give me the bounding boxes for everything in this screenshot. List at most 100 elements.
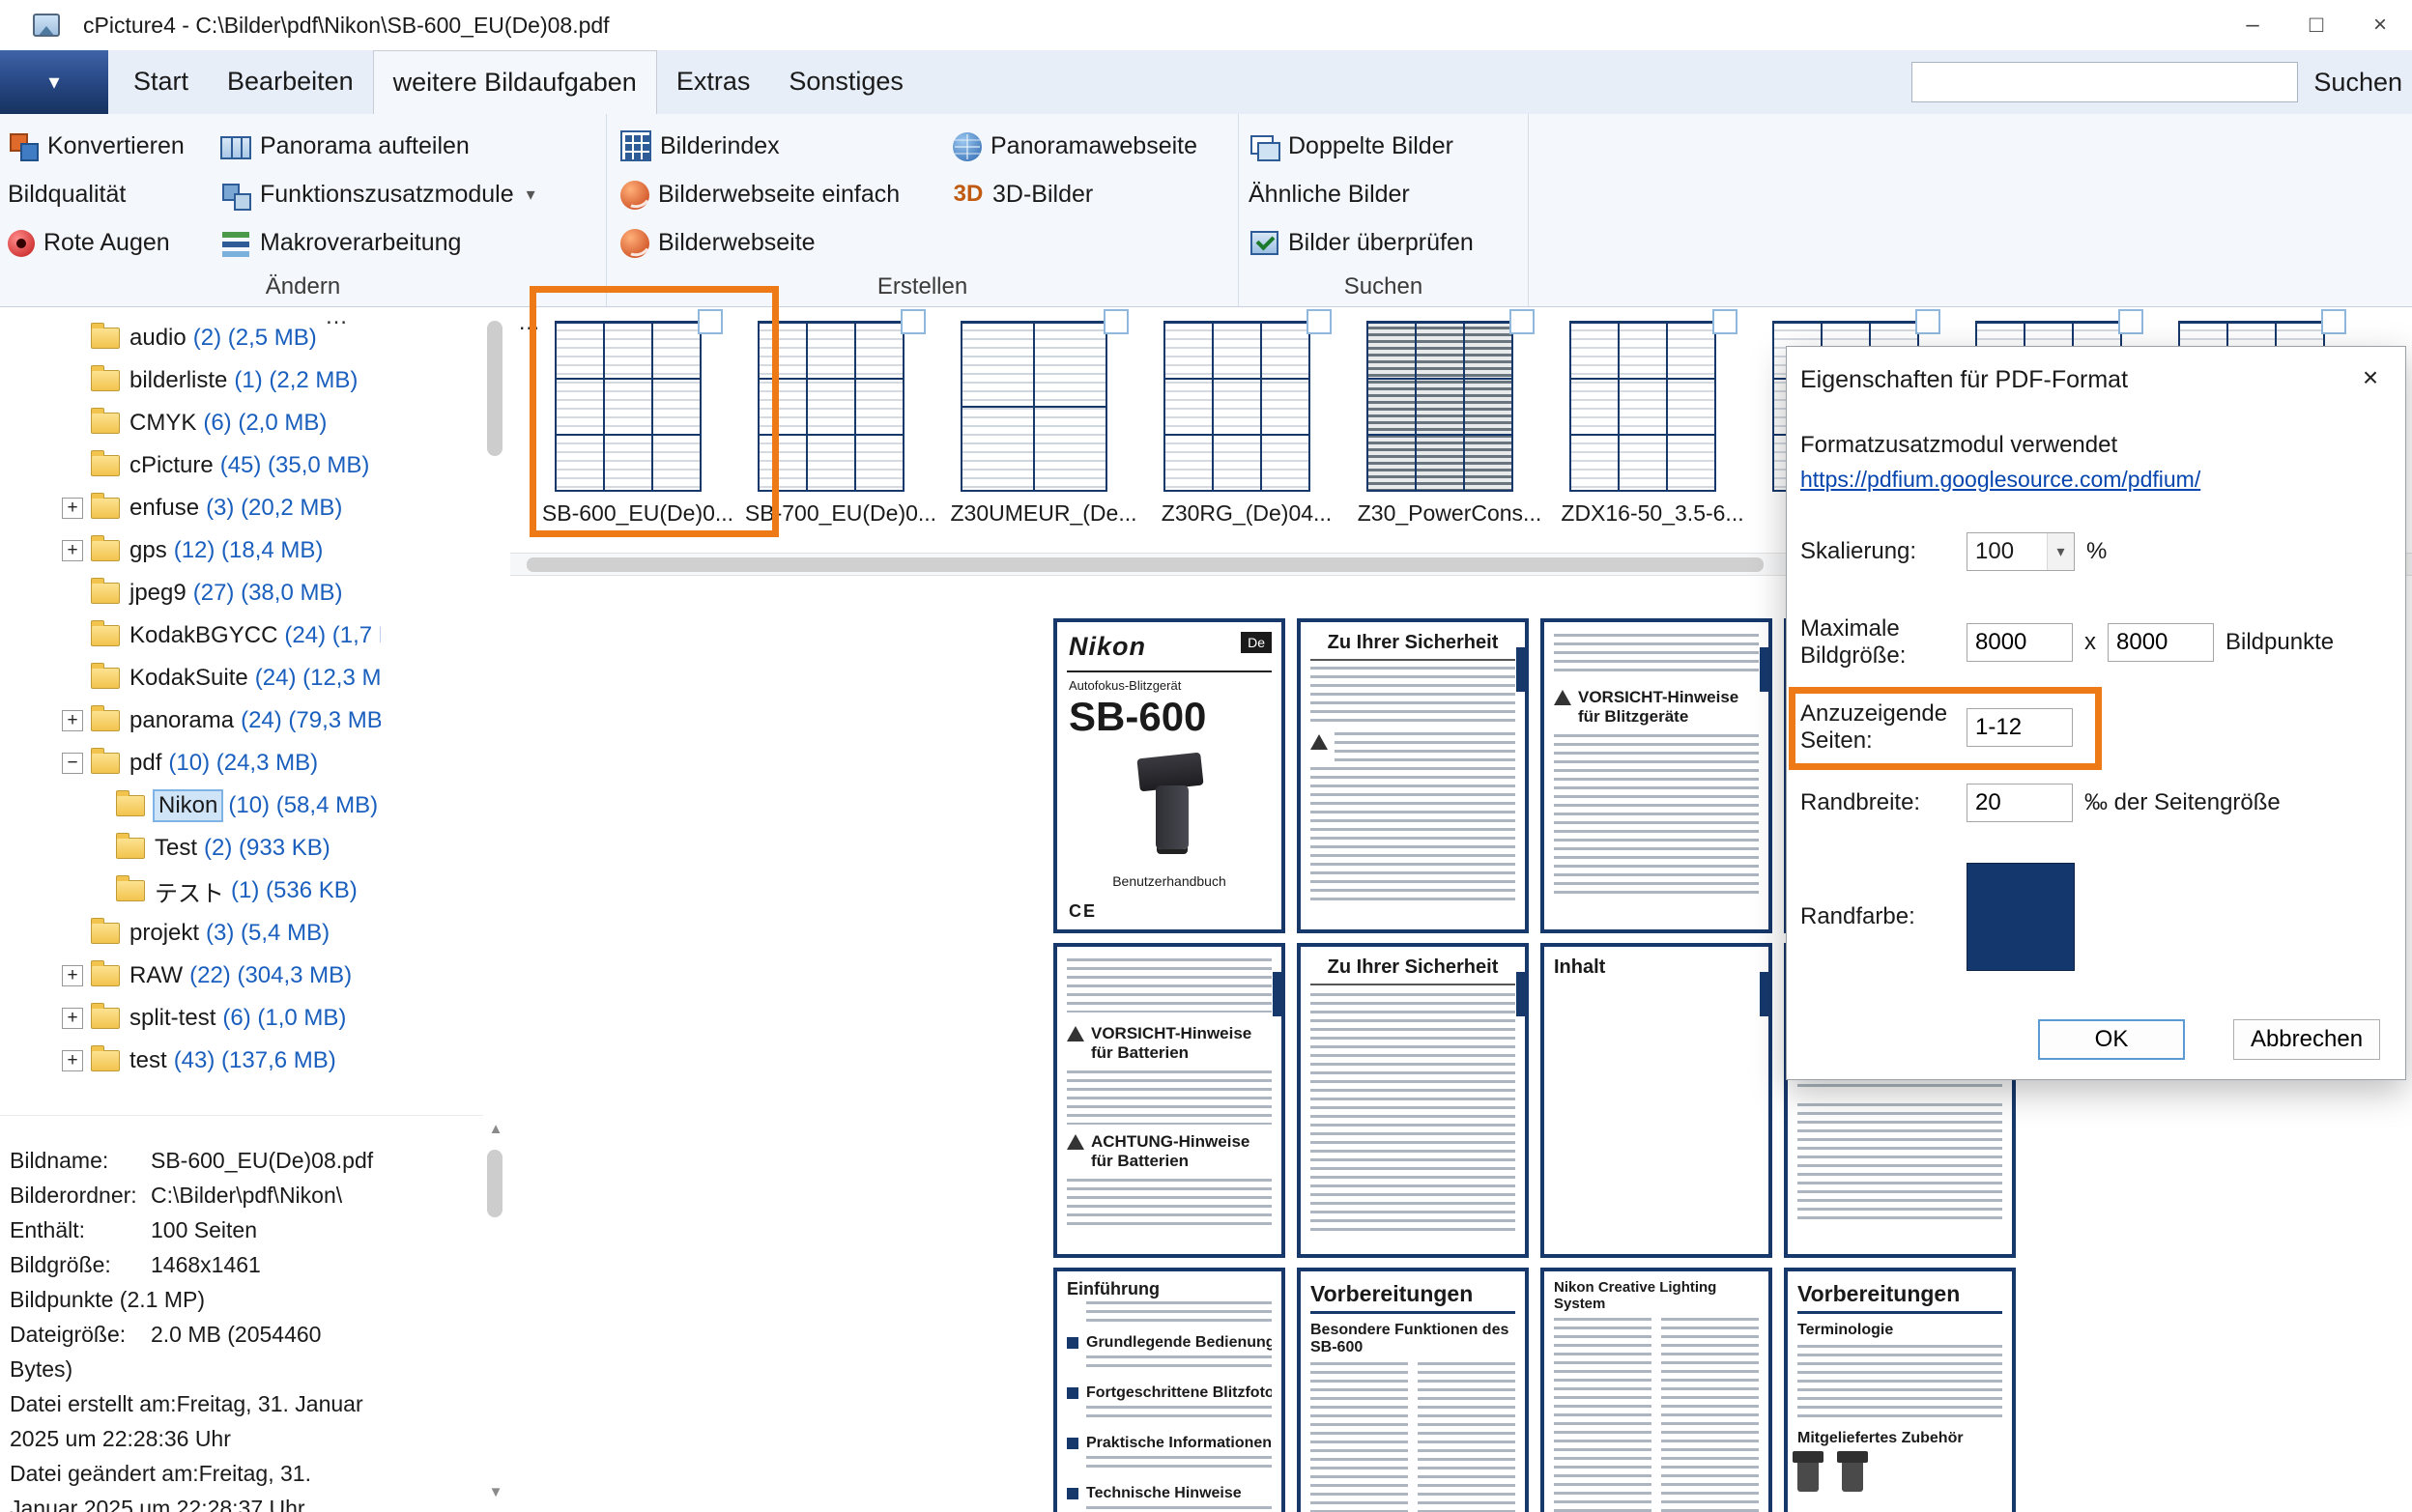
tree-item-bilderliste[interactable]: bilderliste(1) (2,2 MB) <box>0 359 381 402</box>
tree-scrollbar-thumb[interactable] <box>487 321 502 456</box>
scroll-up-icon[interactable]: ▲ <box>487 1121 504 1137</box>
tree-item-panorama[interactable]: +panorama(24) (79,3 MB) <box>0 699 381 742</box>
minimize-button[interactable]: – <box>2221 0 2284 50</box>
bilderwebseite-button[interactable]: Bilderwebseite <box>620 220 816 265</box>
tab-bearbeiten[interactable]: Bearbeiten <box>208 50 373 114</box>
tree-item-tesuto[interactable]: テスト(1) (536 KB) <box>0 870 381 912</box>
app-menu-button[interactable]: ▾ <box>0 50 108 114</box>
makroverarbeitung-button[interactable]: Makroverarbeitung <box>220 220 461 265</box>
expander-plus-icon[interactable]: + <box>62 1050 83 1071</box>
expander-icon[interactable] <box>62 370 83 391</box>
pdf-page-preview-1[interactable]: Nikon De Autofokus-Blitzgerät SB-600 Ben… <box>1053 618 1285 933</box>
panorama-aufteilen-button[interactable]: Panorama aufteilen <box>220 124 470 168</box>
bilder-ueberpruefen-button[interactable]: Bilder überprüfen <box>1249 220 1474 265</box>
tree-item-kodaksuite[interactable]: KodakSuite(24) (12,3 MB) <box>0 657 381 699</box>
pdf-page-preview-12[interactable]: Vorbereitungen Terminologie Mitgeliefert… <box>1784 1268 2016 1512</box>
tree-item-cmyk[interactable]: CMYK(6) (2,0 MB) <box>0 402 381 444</box>
pdf-page-preview-3[interactable]: VORSICHT-Hinweise für Blitzgeräte <box>1540 618 1772 933</box>
pdf-page-preview-5[interactable]: VORSICHT-Hinweise für Batterien ACHTUNG-… <box>1053 943 1285 1258</box>
expander-plus-icon[interactable]: + <box>62 965 83 986</box>
scaling-select[interactable]: 100 ▾ <box>1967 532 2075 571</box>
thumbnail-checkbox[interactable] <box>1509 309 1535 334</box>
panoramawebseite-button[interactable]: Panoramawebseite <box>953 124 1197 168</box>
tree-item-test-pdf[interactable]: Test(2) (933 KB) <box>0 827 381 870</box>
border-color-swatch[interactable] <box>1967 863 2075 971</box>
tree-item-raw[interactable]: +RAW(22) (304,3 MB) <box>0 955 381 997</box>
tab-start[interactable]: Start <box>114 50 208 114</box>
aehnliche-bilder-button[interactable]: Ähnliche Bilder <box>1249 172 1410 216</box>
thumbnail-checkbox[interactable] <box>1306 309 1332 334</box>
search-input[interactable] <box>1911 62 2298 102</box>
tree-item-jpeg9[interactable]: jpeg9(27) (38,0 MB) <box>0 572 381 614</box>
close-button[interactable]: × <box>2348 0 2412 50</box>
3d-bilder-button[interactable]: 3D 3D-Bilder <box>953 172 1093 216</box>
thumbnail-sb600[interactable]: SB-600_EU(De)0... <box>541 307 734 545</box>
pdf-page-preview-11[interactable]: Nikon Creative Lighting System <box>1540 1268 1772 1512</box>
doppelte-bilder-button[interactable]: Doppelte Bilder <box>1249 124 1453 168</box>
scrollbar-thumb[interactable] <box>527 557 1764 572</box>
expander-plus-icon[interactable]: + <box>62 498 83 519</box>
tree-item-kodakbgycc[interactable]: KodakBGYCC(24) (1,7 MB) <box>0 614 381 657</box>
tree-item-nikon[interactable]: Nikon(10) (58,4 MB) <box>0 785 381 827</box>
thumbnail-checkbox[interactable] <box>1712 309 1737 334</box>
thumbnail-z30powercons[interactable]: Z30_PowerCons... <box>1353 307 1546 545</box>
expander-icon[interactable] <box>87 795 108 816</box>
expander-icon[interactable] <box>62 328 83 349</box>
expander-plus-icon[interactable]: + <box>62 540 83 561</box>
expander-icon[interactable] <box>62 455 83 476</box>
thumbnail-sb700[interactable]: SB-700_EU(De)0... <box>744 307 937 545</box>
thumbnail-checkbox[interactable] <box>2321 309 2346 334</box>
thumbnail-z30rg[interactable]: Z30RG_(De)04... <box>1150 307 1343 545</box>
thumbnail-z30umeur[interactable]: Z30UMEUR_(De... <box>947 307 1140 545</box>
tree-item-cpicture[interactable]: cPicture(45) (35,0 MB) <box>0 444 381 487</box>
pdf-page-preview-2[interactable]: Zu Ihrer Sicherheit <box>1297 618 1529 933</box>
pdf-page-preview-10[interactable]: Vorbereitungen Besondere Funktionen des … <box>1297 1268 1529 1512</box>
pdfium-link[interactable]: https://pdfium.googlesource.com/pdfium/ <box>1800 467 2200 493</box>
tree-item-split-test[interactable]: +split-test(6) (1,0 MB) <box>0 997 381 1040</box>
pdf-page-preview-9[interactable]: Einführung Grundlegende Bedienung Fortge… <box>1053 1268 1285 1512</box>
expander-plus-icon[interactable]: + <box>62 710 83 731</box>
expander-plus-icon[interactable]: + <box>62 1008 83 1029</box>
dialog-close-button[interactable]: × <box>2351 358 2390 397</box>
expander-icon[interactable] <box>87 880 108 901</box>
thumbnail-checkbox[interactable] <box>1104 309 1129 334</box>
tree-item-projekt[interactable]: projekt(3) (5,4 MB) <box>0 912 381 955</box>
maximize-button[interactable]: □ <box>2284 0 2348 50</box>
pdf-page-preview-6[interactable]: Zu Ihrer Sicherheit <box>1297 943 1529 1258</box>
tree-item-enfuse[interactable]: +enfuse(3) (20,2 MB) <box>0 487 381 529</box>
bilderindex-button[interactable]: Bilderindex <box>620 124 780 168</box>
bildqualitaet-button[interactable]: Bildqualität <box>8 172 126 216</box>
tree-item-audio[interactable]: audio(2) (2,5 MB) <box>0 317 381 359</box>
thumbnail-checkbox[interactable] <box>1915 309 1940 334</box>
max-width-input[interactable] <box>1967 623 2073 662</box>
max-height-input[interactable] <box>2108 623 2214 662</box>
expander-icon[interactable] <box>62 625 83 646</box>
tree-item-pdf[interactable]: −pdf(10) (24,3 MB) <box>0 742 381 785</box>
tree-item-gps[interactable]: +gps(12) (18,4 MB) <box>0 529 381 572</box>
info-scrollbar-thumb[interactable] <box>487 1150 502 1217</box>
thumbnail-zdx1650[interactable]: ZDX16-50_3.5-6... <box>1556 307 1749 545</box>
expander-icon[interactable] <box>62 583 83 604</box>
pdf-page-preview-7[interactable]: Inhalt <box>1540 943 1772 1258</box>
chevron-down-icon[interactable]: ▾ <box>2047 533 2074 570</box>
bilderwebseite-einfach-button[interactable]: Bilderwebseite einfach <box>620 172 900 216</box>
expander-minus-icon[interactable]: − <box>62 753 83 774</box>
thumbnail-checkbox[interactable] <box>698 309 723 334</box>
thumbnail-checkbox[interactable] <box>901 309 926 334</box>
cancel-button[interactable]: Abbrechen <box>2233 1019 2380 1060</box>
tree-item-test[interactable]: +test(43) (137,6 MB) <box>0 1040 381 1082</box>
margin-width-input[interactable] <box>1967 784 2073 822</box>
thumbnail-checkbox[interactable] <box>2118 309 2143 334</box>
ok-button[interactable]: OK <box>2038 1019 2185 1060</box>
expander-icon[interactable] <box>62 668 83 689</box>
expander-icon[interactable] <box>87 838 108 859</box>
rote-augen-button[interactable]: Rote Augen <box>8 220 170 265</box>
scroll-down-icon[interactable]: ▼ <box>487 1484 504 1500</box>
expander-icon[interactable] <box>62 413 83 434</box>
pages-to-show-input[interactable] <box>1967 708 2073 747</box>
expander-icon[interactable] <box>62 923 83 944</box>
konvertieren-button[interactable]: Konvertieren <box>8 124 185 168</box>
tab-weitere-bildaufgaben[interactable]: weitere Bildaufgaben <box>373 50 657 114</box>
tab-extras[interactable]: Extras <box>657 50 770 114</box>
tab-sonstiges[interactable]: Sonstiges <box>769 50 923 114</box>
